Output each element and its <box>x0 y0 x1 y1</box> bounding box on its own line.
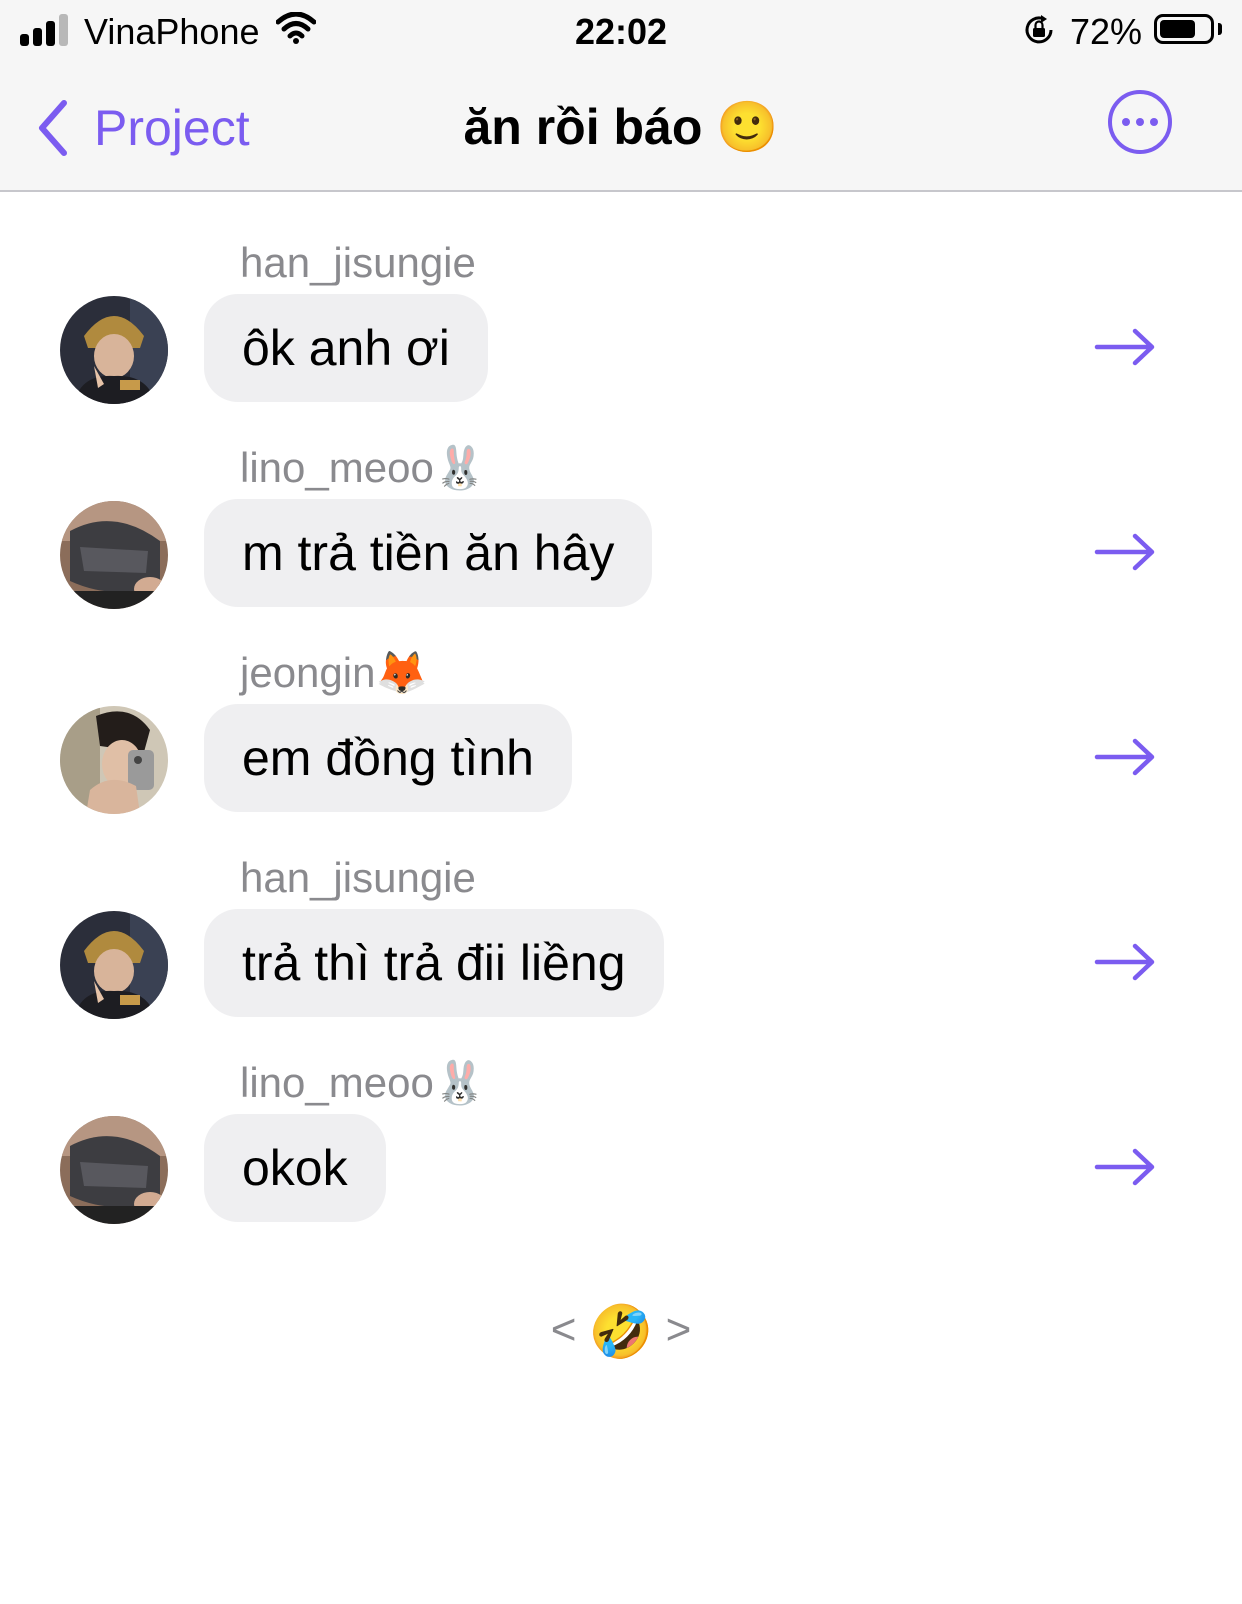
ellipsis-dot <box>1136 118 1144 126</box>
battery-tip <box>1218 23 1222 35</box>
status-time: 22:02 <box>574 11 668 52</box>
sender-name: han_jisungie <box>240 854 476 901</box>
navigation-bar: Project ăn rồi báo 🙂 <box>0 64 1242 192</box>
message-row: jeongin🦊 em đồng tình <box>0 646 1242 846</box>
pagination: < 🤣 > <box>0 1300 1242 1362</box>
message-bubble[interactable]: okok <box>204 1114 386 1222</box>
arrow-right-icon[interactable] <box>1094 533 1156 571</box>
sender-name: jeongin🦊 <box>240 649 428 696</box>
arrow-right-icon[interactable] <box>1094 328 1156 366</box>
message-bubble[interactable]: ôk anh ơi <box>204 294 488 402</box>
sender-name: lino_meoo🐰 <box>240 444 487 491</box>
chat-title: ăn rồi báo 🙂 <box>0 92 1242 162</box>
message-row: lino_meoo🐰 m trả tiền ăn hây <box>0 441 1242 641</box>
ellipsis-dot <box>1150 118 1158 126</box>
chat-title-text: ăn rồi báo <box>463 99 703 155</box>
message-row: han_jisungie trả thì trả đii liềng <box>0 851 1242 1051</box>
avatar-han-icon[interactable] <box>60 296 168 404</box>
avatar-jeongin-icon[interactable] <box>60 706 168 814</box>
message-bubble[interactable]: em đồng tình <box>204 704 572 812</box>
message-bubble[interactable]: m trả tiền ăn hây <box>204 499 653 607</box>
ellipsis-dot <box>1122 118 1130 126</box>
battery-percentage: 72% <box>1070 11 1143 52</box>
more-options-button[interactable] <box>1108 90 1172 154</box>
status-bar: VinaPhone 22:02 72% <box>0 0 1242 64</box>
message-row: han_jisungie ôk anh ơi <box>0 236 1242 436</box>
avatar-lino-icon[interactable] <box>60 1116 168 1224</box>
avatar-han-icon[interactable] <box>60 911 168 1019</box>
arrow-right-icon[interactable] <box>1094 1148 1156 1186</box>
battery-level-fill <box>1160 20 1195 38</box>
message-row: lino_meoo🐰 okok <box>0 1056 1242 1256</box>
message-bubble[interactable]: trả thì trả đii liềng <box>204 909 664 1017</box>
avatar-lino-icon[interactable] <box>60 501 168 609</box>
slightly-smiling-face-icon: 🙂 <box>716 99 779 155</box>
sender-name: han_jisungie <box>240 239 476 286</box>
arrow-right-icon[interactable] <box>1094 738 1156 776</box>
rotation-lock-icon <box>1025 15 1053 44</box>
rolling-laughing-face-icon: 🤣 <box>588 1303 654 1362</box>
next-page-button[interactable]: > <box>666 1305 692 1354</box>
sender-name: lino_meoo🐰 <box>240 1059 487 1106</box>
battery-icon <box>1154 14 1214 44</box>
previous-page-button[interactable]: < <box>551 1305 577 1354</box>
arrow-right-icon[interactable] <box>1094 943 1156 981</box>
